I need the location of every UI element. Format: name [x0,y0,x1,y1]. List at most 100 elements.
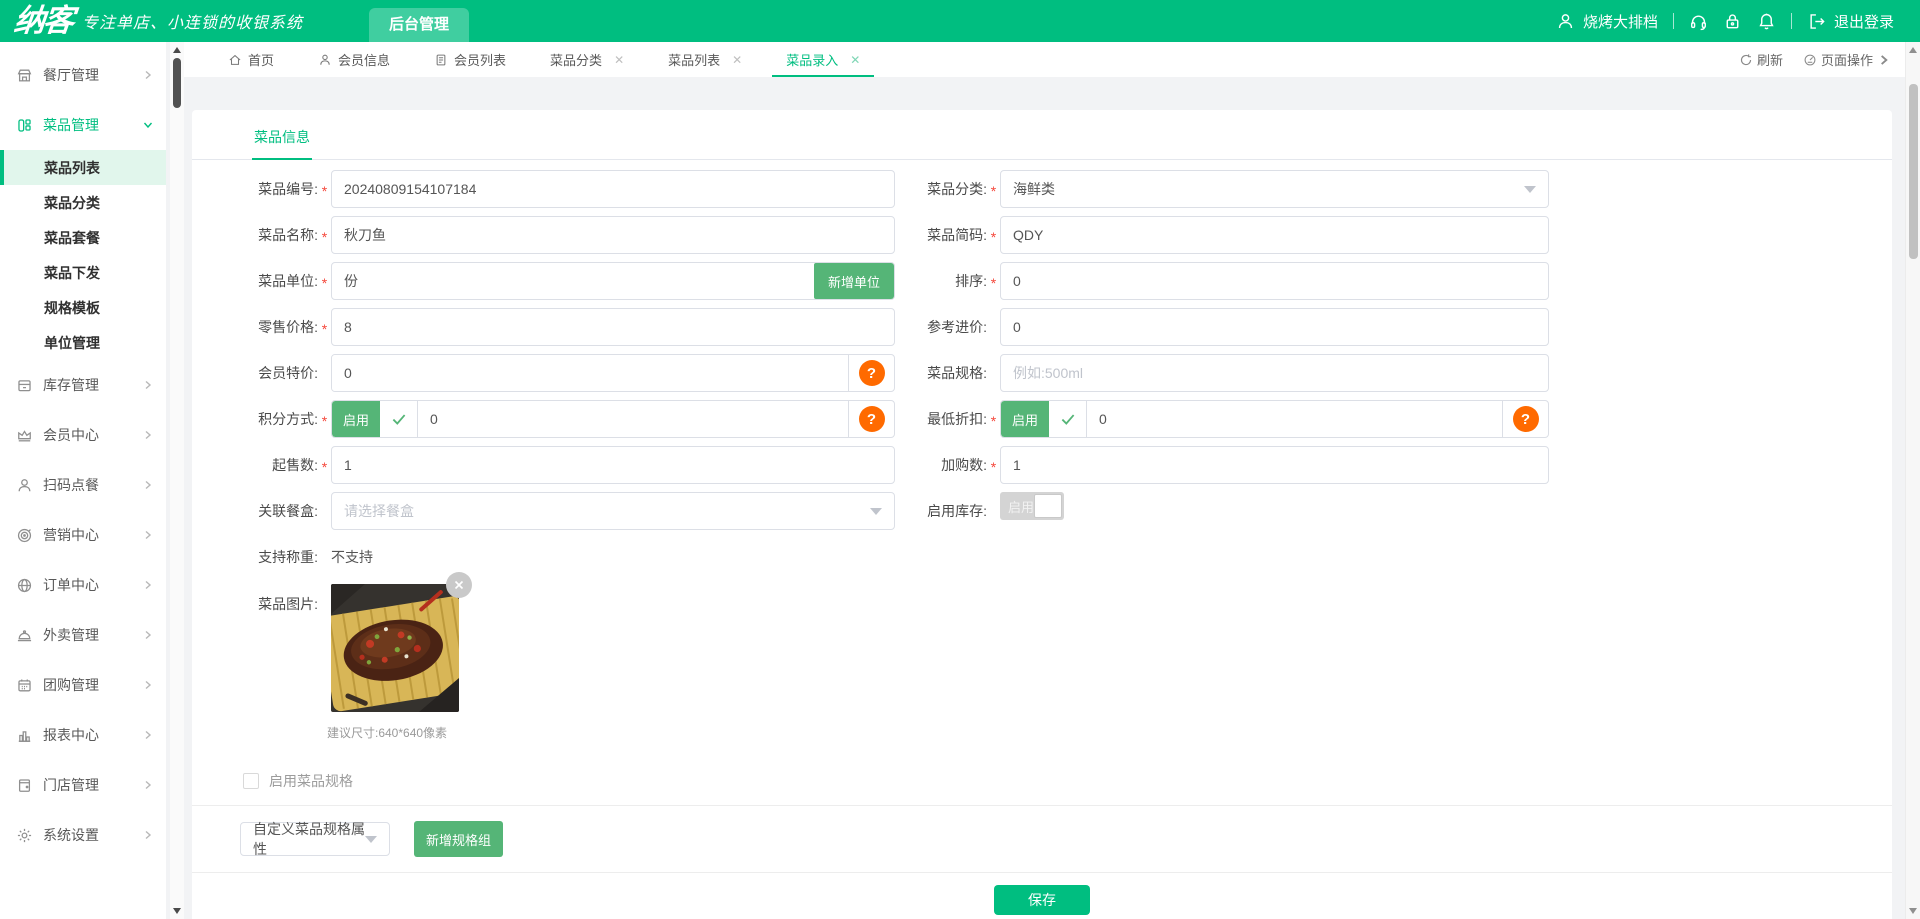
reference-cost-input[interactable] [1000,308,1549,346]
sidebar-item-takeout[interactable]: 外卖管理 [0,610,166,660]
add-spec-group-button[interactable]: 新增规格组 [414,821,503,857]
sidebar-item-label: 会员中心 [43,425,99,445]
sidebar-scrollbar[interactable] [170,42,184,919]
tab-member-list[interactable]: 会员列表 [412,42,528,77]
sidebar-item-unit-management[interactable]: 单位管理 [0,325,166,360]
tab-dish-entry[interactable]: 菜品录入 ✕ [764,42,882,77]
sidebar-item-label: 菜品套餐 [44,228,100,248]
refresh-button[interactable]: 刷新 [1739,50,1783,69]
scroll-down-arrow-icon[interactable] [173,908,181,914]
close-icon[interactable]: ✕ [850,53,860,67]
sidebar-item-qr-ordering[interactable]: 扫码点餐 [0,460,166,510]
scroll-up-arrow-icon[interactable] [1909,47,1917,53]
headset-icon[interactable] [1689,12,1708,31]
chevron-right-icon [1877,53,1891,67]
field-member-price: 会员特价: ? [240,354,895,392]
scrollbar-thumb[interactable] [1909,84,1918,259]
tab-label: 菜品录入 [786,50,838,69]
sidebar-item-restaurant[interactable]: 餐厅管理 [0,50,166,100]
add-unit-button[interactable]: 新增单位 [814,263,894,299]
logout-button[interactable]: 退出登录 [1807,11,1894,32]
person-icon [318,53,332,67]
member-price-input[interactable] [332,355,848,391]
sidebar-item-marketing[interactable]: 营销中心 [0,510,166,560]
sidebar-item-label: 营销中心 [43,525,99,545]
enable-spec-checkbox[interactable] [243,773,259,789]
dish-category-select[interactable]: 海鲜类 [1000,170,1549,208]
sidebar-item-dish-dispatch[interactable]: 菜品下发 [0,255,166,290]
required-mark: * [318,318,331,337]
sidebar-item-settings[interactable]: 系统设置 [0,810,166,860]
crown-icon [16,427,33,444]
required-mark: * [318,226,331,245]
required-mark: * [318,180,331,199]
check-icon [1059,410,1077,428]
sidebar-item-dish-combo[interactable]: 菜品套餐 [0,220,166,255]
tab-dish-category[interactable]: 菜品分类 ✕ [528,42,646,77]
sidebar-item-members[interactable]: 会员中心 [0,410,166,460]
bell-icon[interactable] [1757,12,1776,31]
caret-down-icon [365,836,377,843]
add-qty-input[interactable] [1000,446,1549,484]
logout-label: 退出登录 [1834,11,1894,32]
scroll-down-arrow-icon[interactable] [1909,908,1917,914]
help-icon[interactable]: ? [859,360,885,386]
dish-management-icon [16,117,33,134]
discount-value-input[interactable] [1087,401,1502,437]
page-actions-button[interactable]: 页面操作 [1803,50,1891,69]
sidebar-item-reports[interactable]: 报表中心 [0,710,166,760]
cloche-icon [16,627,33,644]
sidebar-item-groupbuy[interactable]: 团购管理 [0,660,166,710]
tab-dish-list[interactable]: 菜品列表 ✕ [646,42,764,77]
stock-toggle-switch[interactable]: 启用 [1000,492,1064,520]
remove-image-button[interactable] [446,572,472,598]
points-enable-button[interactable]: 启用 [332,401,380,437]
linked-box-select[interactable]: 请选择餐盒 [331,492,895,530]
enable-spec-label[interactable]: 启用菜品规格 [269,771,353,791]
user-menu[interactable]: 烧烤大排档 [1556,11,1658,32]
main-scrollbar[interactable] [1905,42,1920,919]
nav-tab-backend[interactable]: 后台管理 [369,8,469,42]
scrollbar-thumb[interactable] [173,58,181,108]
discount-enable-button[interactable]: 启用 [1001,401,1049,437]
dish-name-input[interactable] [331,216,895,254]
discount-check-toggle[interactable] [1049,401,1087,437]
app-header: 纳客 专注单店、小连锁的收银系统 后台管理 烧烤大排档 退出登录 [0,0,1920,42]
short-code-input[interactable] [1000,216,1549,254]
sidebar-item-dishes[interactable]: 菜品管理 [0,100,166,150]
sidebar-item-orders[interactable]: 订单中心 [0,560,166,610]
sort-order-input[interactable] [1000,262,1549,300]
tab-dish-info[interactable]: 菜品信息 [252,124,312,160]
sidebar-item-stores[interactable]: 门店管理 [0,760,166,810]
sidebar-item-dish-list[interactable]: 菜品列表 [0,150,166,185]
sidebar-item-spec-template[interactable]: 规格模板 [0,290,166,325]
points-check-toggle[interactable] [380,401,418,437]
dish-spec-input[interactable] [1000,354,1549,392]
close-icon [453,579,465,591]
sidebar-item-dish-category[interactable]: 菜品分类 [0,185,166,220]
help-icon[interactable]: ? [859,406,885,432]
save-button[interactable]: 保存 [994,885,1090,915]
scroll-up-arrow-icon[interactable] [173,47,181,53]
points-value-input[interactable] [418,401,848,437]
sidebar-item-inventory[interactable]: 库存管理 [0,360,166,410]
tab-label: 会员信息 [338,50,390,69]
required-mark [318,510,331,513]
brand-logo: 纳客 [12,0,74,42]
close-icon[interactable]: ✕ [732,53,742,67]
dish-code-input[interactable] [331,170,895,208]
chevron-down-icon [142,119,154,131]
spec-attribute-select[interactable]: 自定义菜品规格属性 [240,822,390,856]
tab-member-info[interactable]: 会员信息 [296,42,412,77]
field-dish-spec: 菜品规格: [917,354,1549,392]
page-actions-icon [1803,53,1817,67]
dish-unit-input[interactable] [331,262,895,300]
min-sale-input[interactable] [331,446,895,484]
close-icon[interactable]: ✕ [614,53,624,67]
tab-home[interactable]: 首页 [206,42,296,77]
caret-down-icon [1524,186,1536,193]
retail-price-input[interactable] [331,308,895,346]
lock-icon[interactable] [1723,12,1742,31]
dish-photo[interactable] [331,584,459,712]
help-icon[interactable]: ? [1513,406,1539,432]
